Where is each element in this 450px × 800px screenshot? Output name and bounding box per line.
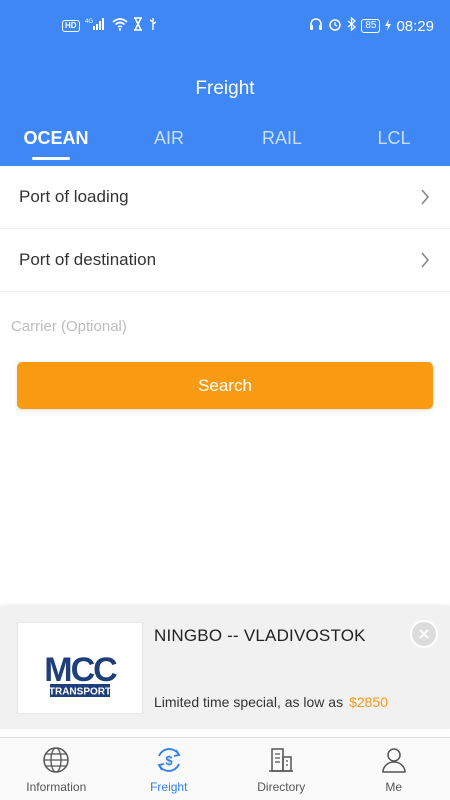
port-of-loading-row[interactable]: Port of loading xyxy=(0,167,450,229)
port-of-loading-label: Port of loading xyxy=(19,187,129,206)
page-title: Freight xyxy=(195,78,255,99)
globe-icon xyxy=(42,746,70,774)
bottom-nav: Information $ Freight Directory Me xyxy=(0,737,450,800)
nav-label-me: Me xyxy=(385,780,403,794)
logo-top-text: MCC xyxy=(44,651,117,689)
nav-label-freight: Freight xyxy=(150,780,188,794)
nav-item-information[interactable]: Information xyxy=(0,738,113,800)
close-icon[interactable] xyxy=(410,620,438,648)
port-of-destination-row[interactable]: Port of destination xyxy=(0,230,450,292)
alarm-icon xyxy=(328,17,342,35)
wifi-icon xyxy=(112,17,128,35)
status-bar: HD 4G 85 08:29 xyxy=(0,0,450,52)
status-left: HD 4G xyxy=(62,16,158,36)
promo-banner[interactable]: MCC TRANSPORT NINGBO -- VLADIVOSTOK Limi… xyxy=(0,606,450,729)
logo-bottom-text: TRANSPORT xyxy=(49,687,111,698)
nav-item-directory[interactable]: Directory xyxy=(225,738,338,800)
chevron-right-icon xyxy=(420,252,430,268)
svg-text:$: $ xyxy=(165,753,173,768)
tab-air[interactable]: AIR xyxy=(124,128,214,149)
promo-text: Limited time special, as low as $2850 xyxy=(154,694,388,710)
active-tab-indicator xyxy=(32,157,70,160)
buildings-icon xyxy=(267,746,295,774)
charging-icon xyxy=(385,18,392,35)
usb-icon xyxy=(148,17,158,35)
bluetooth-icon xyxy=(347,16,357,35)
nav-item-me[interactable]: Me xyxy=(338,738,450,800)
signal-icon: 4G xyxy=(85,17,107,35)
search-button[interactable]: Search xyxy=(17,362,433,409)
tab-ocean[interactable]: OCEAN xyxy=(11,128,101,149)
hourglass-icon xyxy=(133,17,143,35)
dollar-refresh-icon: $ xyxy=(155,746,183,774)
headset-icon xyxy=(309,17,323,35)
user-icon xyxy=(380,746,408,774)
hd-badge: HD xyxy=(62,20,80,32)
network-label: 4G xyxy=(85,19,93,25)
port-of-destination-label: Port of destination xyxy=(19,250,157,269)
screen: HD 4G 85 08:29 Freight OCEAN AIR RAIL LC… xyxy=(0,0,450,800)
promo-route: NINGBO -- VLADIVOSTOK xyxy=(154,626,366,645)
clock: 08:29 xyxy=(396,17,434,35)
promo-description: Limited time special, as low as xyxy=(154,694,344,710)
promo-price: $2850 xyxy=(349,694,389,710)
carrier-input[interactable] xyxy=(11,314,431,338)
nav-label-directory: Directory xyxy=(257,780,306,794)
mcc-transport-logo: MCC TRANSPORT xyxy=(17,622,143,714)
status-right: 85 08:29 xyxy=(309,16,434,36)
freight-tabs: OCEAN AIR RAIL LCL xyxy=(0,128,450,166)
nav-item-freight[interactable]: $ Freight xyxy=(113,738,226,800)
tab-rail[interactable]: RAIL xyxy=(237,128,327,149)
chevron-right-icon xyxy=(420,189,430,205)
tab-lcl[interactable]: LCL xyxy=(349,128,439,149)
battery-indicator: 85 xyxy=(361,19,381,33)
nav-label-information: Information xyxy=(26,780,87,794)
header: HD 4G 85 08:29 Freight OCEAN AIR RAIL LC… xyxy=(0,0,450,166)
